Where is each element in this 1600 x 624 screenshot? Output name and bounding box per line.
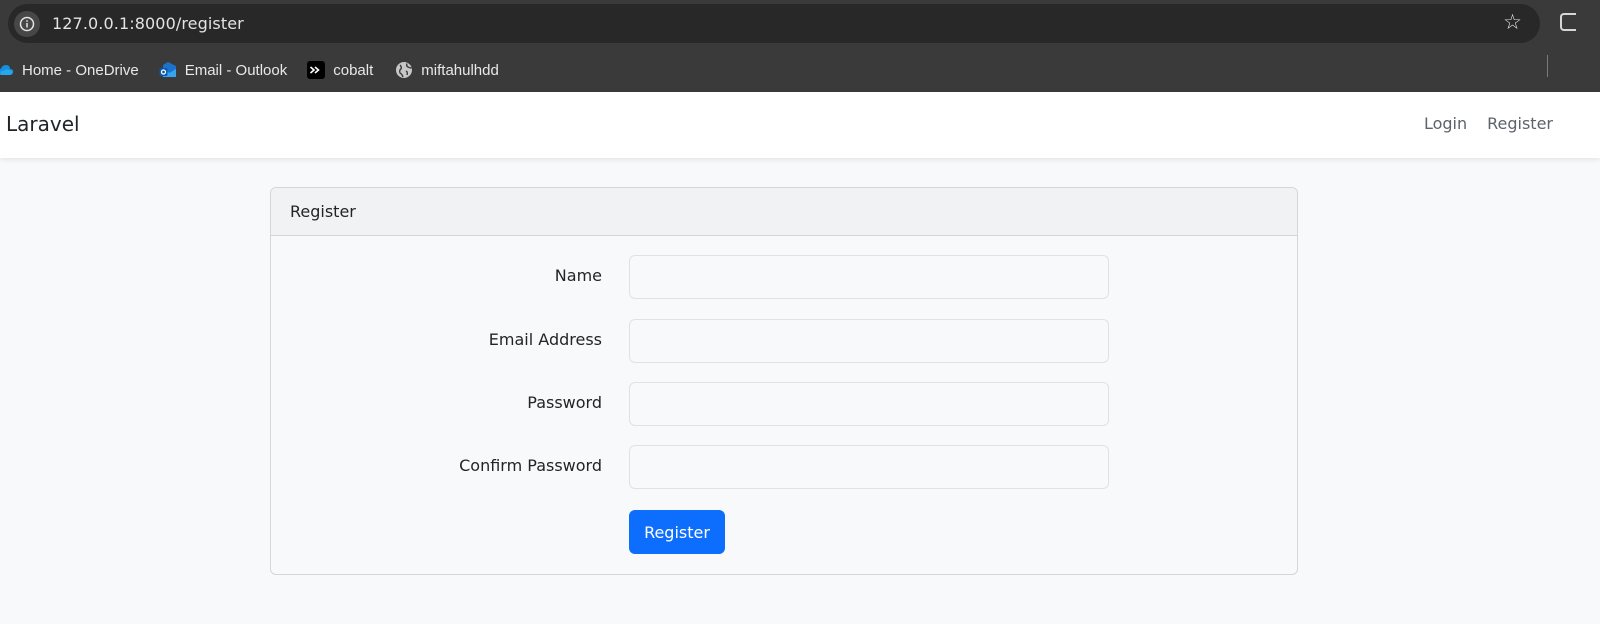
url-text[interactable]: 127.0.0.1:8000/register xyxy=(52,14,244,33)
bookmark-label: Email - Outlook xyxy=(184,61,288,79)
card-header: Register xyxy=(271,188,1297,236)
globe-icon xyxy=(395,61,413,79)
outlook-icon xyxy=(159,61,177,79)
extensions-icon[interactable] xyxy=(1560,13,1576,31)
bookmark-onedrive[interactable]: Home - OneDrive xyxy=(0,56,149,84)
nav-links: Login Register xyxy=(1424,114,1553,133)
bookmark-label: Home - OneDrive xyxy=(22,61,139,79)
nav-register-link[interactable]: Register xyxy=(1487,114,1553,133)
form-row-email: Email Address xyxy=(271,319,1297,363)
bookmark-miftahulhdd[interactable]: miftahulhdd xyxy=(395,56,509,84)
email-label: Email Address xyxy=(488,330,602,349)
terminal-icon xyxy=(307,61,326,79)
name-input[interactable] xyxy=(629,255,1109,299)
browser-toolbar: 127.0.0.1:8000/register ☆ xyxy=(0,0,1600,48)
form-row-name: Name xyxy=(271,255,1297,299)
cloud-icon xyxy=(0,61,14,79)
address-bar[interactable]: 127.0.0.1:8000/register ☆ xyxy=(8,4,1540,43)
form-row-confirm-password: Confirm Password xyxy=(271,445,1297,489)
name-label: Name xyxy=(554,266,602,285)
email-input[interactable] xyxy=(629,319,1109,363)
bookmark-cobalt[interactable]: cobalt xyxy=(307,56,383,84)
bookmarks-separator xyxy=(1547,55,1548,77)
password-label: Password xyxy=(527,393,602,412)
brand-logo[interactable]: Laravel xyxy=(6,112,80,136)
bookmark-outlook[interactable]: Email - Outlook xyxy=(159,56,298,84)
app-navbar: Laravel Login Register xyxy=(0,92,1600,158)
bookmark-star-icon[interactable]: ☆ xyxy=(1503,12,1522,33)
password-input[interactable] xyxy=(629,382,1109,426)
site-info-icon[interactable] xyxy=(14,10,40,37)
register-card: Register Name Email Address Password Con… xyxy=(270,187,1298,575)
confirm-password-input[interactable] xyxy=(629,445,1109,489)
register-submit-button[interactable]: Register xyxy=(629,510,725,554)
confirm-password-label: Confirm Password xyxy=(459,456,602,475)
form-row-password: Password xyxy=(271,382,1297,426)
bookmark-label: cobalt xyxy=(333,61,374,79)
nav-login-link[interactable]: Login xyxy=(1424,114,1467,133)
bookmark-label: miftahulhdd xyxy=(421,61,499,79)
bookmarks-bar: Home - OneDrive Email - Outlook cobalt m… xyxy=(0,48,1600,92)
